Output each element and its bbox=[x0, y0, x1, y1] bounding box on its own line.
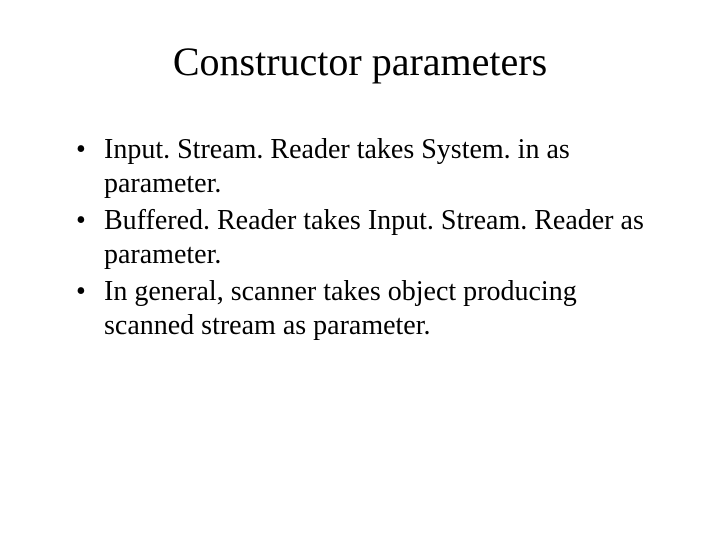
slide-title: Constructor parameters bbox=[60, 38, 660, 85]
list-item: In general, scanner takes object produci… bbox=[76, 275, 660, 342]
bullet-list: Input. Stream. Reader takes System. in a… bbox=[76, 133, 660, 343]
list-item: Buffered. Reader takes Input. Stream. Re… bbox=[76, 204, 660, 271]
slide: Constructor parameters Input. Stream. Re… bbox=[0, 0, 720, 540]
list-item: Input. Stream. Reader takes System. in a… bbox=[76, 133, 660, 200]
